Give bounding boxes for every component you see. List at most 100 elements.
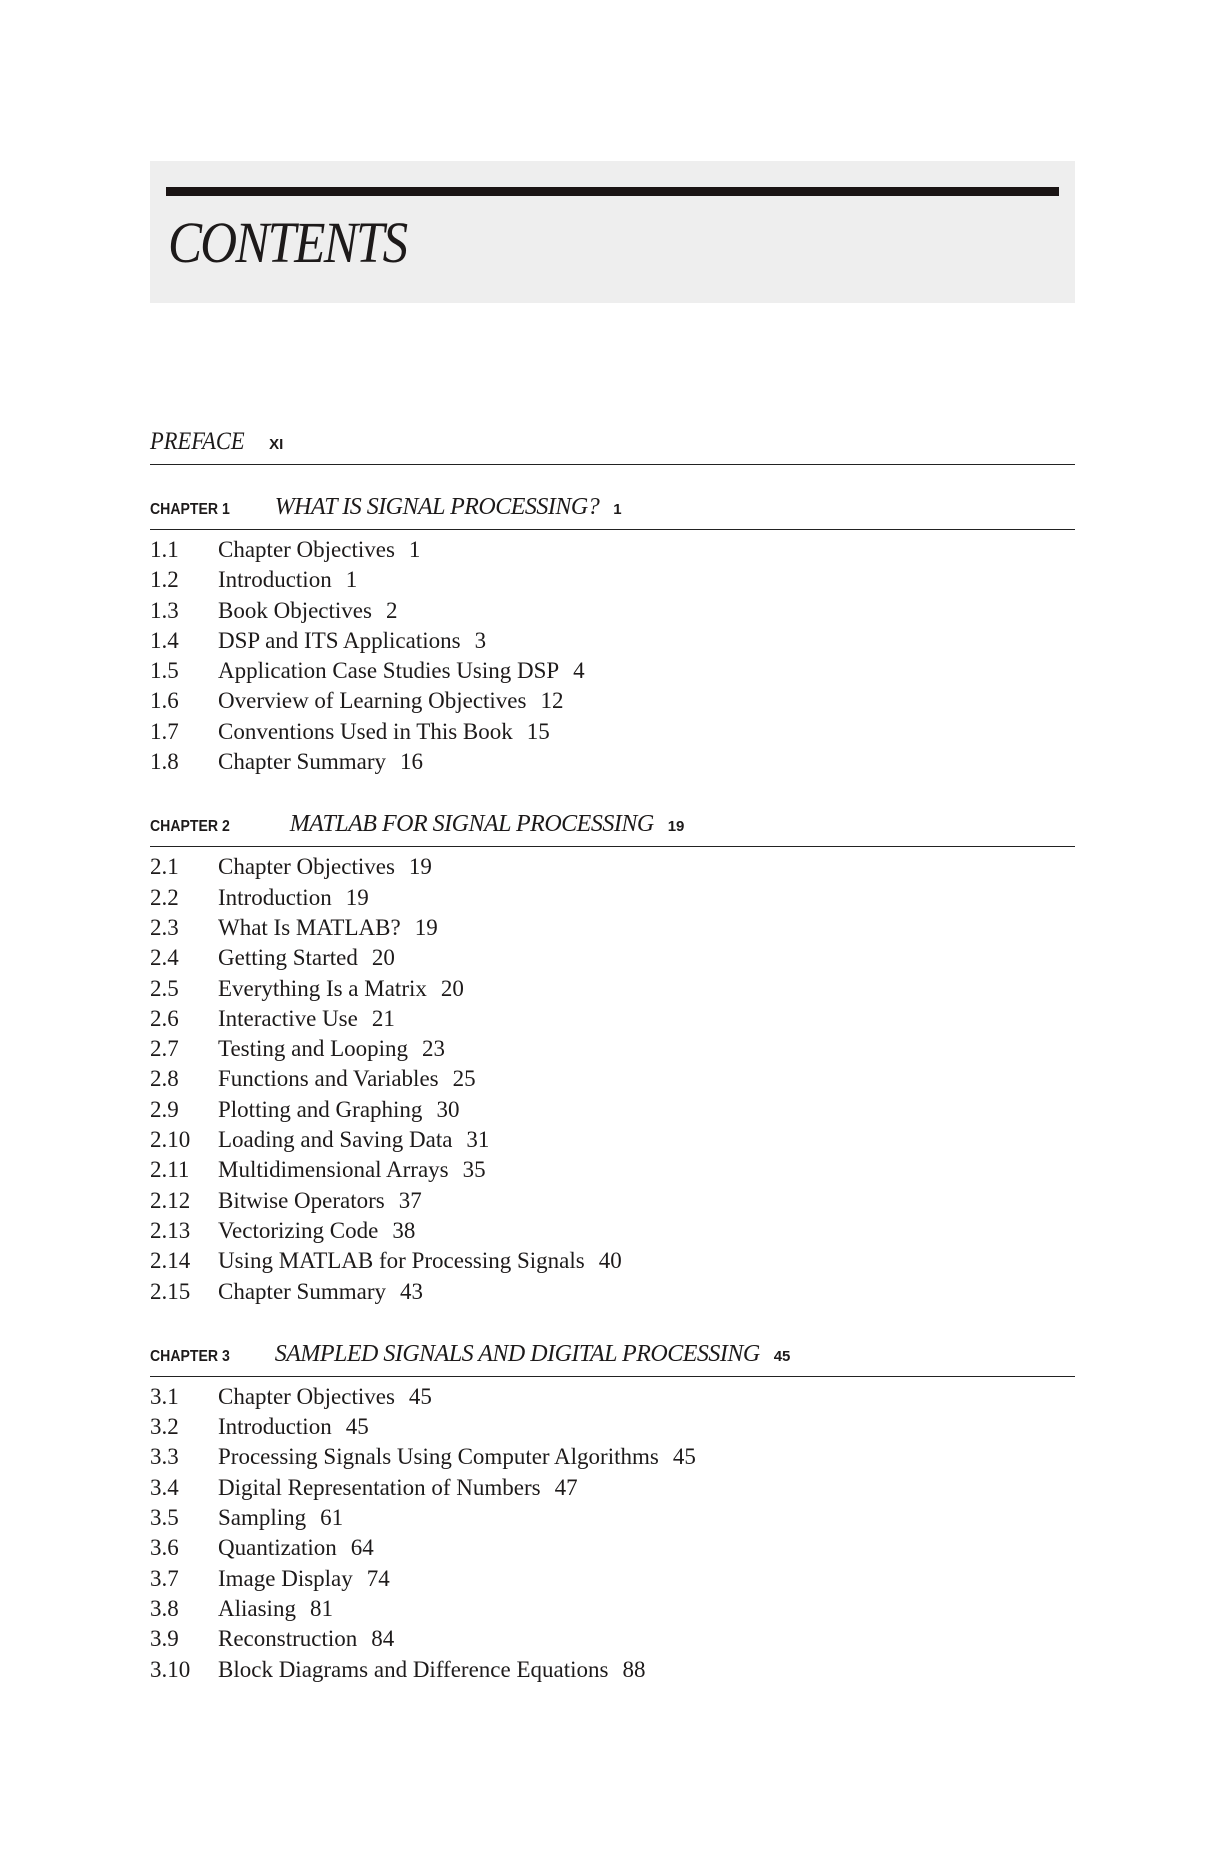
section-page: 84: [371, 1626, 395, 1652]
chapter-page: 45: [773, 1347, 791, 1365]
section-title: Everything Is a Matrix: [218, 975, 427, 1001]
toc-entry[interactable]: 3.6 Quantization 64: [150, 1533, 1075, 1563]
toc-entry[interactable]: 3.9 Reconstruction 84: [150, 1624, 1075, 1654]
section-page: 38: [392, 1217, 416, 1243]
toc-entry[interactable]: 3.10 Block Diagrams and Difference Equati…: [150, 1655, 1075, 1685]
section-page: 25: [452, 1066, 476, 1092]
section-number: 2.6: [150, 1005, 179, 1031]
toc-entry[interactable]: 1.7 Conventions Used in This Book 15: [150, 717, 1075, 747]
section-number: 2.12: [150, 1187, 191, 1213]
toc-entry[interactable]: 1.3 Book Objectives 2: [150, 596, 1075, 626]
toc-entry[interactable]: 2.9 Plotting and Graphing 30: [150, 1095, 1075, 1125]
section-number: 2.1: [150, 854, 179, 880]
toc-entry[interactable]: 1.4 DSP and ITS Applications 3: [150, 626, 1075, 656]
section-page: 19: [414, 914, 438, 940]
section-number: 3.3: [150, 1444, 179, 1470]
toc-entry[interactable]: 2.3 What Is MATLAB? 19: [150, 913, 1075, 943]
toc-entry[interactable]: 3.2 Introduction 45: [150, 1412, 1075, 1442]
section-page: 40: [598, 1248, 622, 1274]
toc-entry[interactable]: 2.10 Loading and Saving Data 31: [150, 1125, 1075, 1155]
toc-entry[interactable]: 2.11 Multidimensional Arrays 35: [150, 1155, 1075, 1185]
section-title: Testing and Looping: [218, 1036, 409, 1062]
section-title: Chapter Summary: [218, 749, 386, 775]
toc-entry[interactable]: 2.2 Introduction 19: [150, 883, 1075, 913]
section-title: Interactive Use: [218, 1005, 358, 1031]
section-number: 2.8: [150, 1066, 179, 1092]
section-number: 3.8: [150, 1595, 179, 1621]
section-title: Bitwise Operators: [218, 1187, 385, 1213]
section-number: 3.2: [150, 1414, 179, 1440]
section-title: Application Case Studies Using DSP: [218, 658, 560, 684]
section-title: Introduction: [218, 567, 332, 593]
toc-entry[interactable]: 1.1 Chapter Objectives 1: [150, 535, 1075, 565]
toc-entry[interactable]: 2.5 Everything Is a Matrix 20: [150, 974, 1075, 1004]
section-title: Chapter Objectives: [218, 537, 395, 562]
toc-entry[interactable]: 2.13 Vectorizing Code 38: [150, 1216, 1075, 1246]
toc-entry[interactable]: 3.3 Processing Signals Using Computer Alg…: [150, 1442, 1075, 1472]
page-title: CONTENTS: [168, 210, 408, 275]
chapter-heading[interactable]: CHAPTER 3 SAMPLED SIGNALS AND DIGITAL PR…: [150, 1341, 1075, 1377]
section-page: 45: [408, 1383, 432, 1409]
chapter-page: 19: [667, 818, 685, 836]
section-number: 2.15: [150, 1278, 191, 1304]
section-page: 21: [371, 1005, 395, 1031]
section-title: Using MATLAB for Processing Signals: [218, 1248, 585, 1274]
toc-entry[interactable]: 2.8 Functions and Variables 25: [150, 1064, 1075, 1094]
preface-entry[interactable]: PREFACE XI: [150, 428, 1075, 465]
section-title: DSP and ITS Applications: [218, 627, 461, 653]
toc-entry[interactable]: 1.2 Introduction 1: [150, 565, 1075, 595]
section-title: Introduction: [218, 884, 332, 910]
toc-entry[interactable]: 3.8 Aliasing 81: [150, 1594, 1075, 1624]
section-title: Introduction: [218, 1414, 332, 1440]
toc-entry[interactable]: 1.6 Overview of Learning Objectives 12: [150, 686, 1075, 716]
section-number: 3.10: [150, 1656, 191, 1682]
section-number: 2.3: [150, 914, 179, 940]
section-page: 3: [474, 627, 487, 653]
chapter-heading[interactable]: CHAPTER 1 WHAT IS SIGNAL PROCESSING? 1: [150, 494, 1075, 530]
toc-entry[interactable]: 1.8 Chapter Summary 16: [150, 747, 1075, 777]
section-page: 47: [554, 1474, 578, 1500]
section-page: 23: [422, 1036, 446, 1062]
toc-entry[interactable]: 2.14 Using MATLAB for Processing Signals 4…: [150, 1246, 1075, 1276]
chapter-entries: 3.1 Chapter Objectives 45 3.2 Introduction 45…: [150, 1377, 1075, 1685]
chapter-title: WHAT IS SIGNAL PROCESSING?: [274, 494, 600, 520]
section-number: 3.1: [150, 1383, 179, 1409]
preface-label: PREFACE: [150, 428, 245, 455]
section-number: 1.4: [150, 627, 179, 653]
section-page: 81: [309, 1595, 333, 1621]
toc-entry[interactable]: 2.4 Getting Started 20: [150, 943, 1075, 973]
section-page: 88: [622, 1656, 646, 1682]
toc-entry[interactable]: 2.7 Testing and Looping 23: [150, 1034, 1075, 1064]
section-page: 19: [345, 884, 369, 910]
section-title: Chapter Summary: [218, 1278, 386, 1304]
chapter-2: CHAPTER 2 MATLAB FOR SIGNAL PROCESSING 1…: [150, 811, 1075, 1306]
toc-entry[interactable]: 3.1 Chapter Objectives 45: [150, 1382, 1075, 1412]
toc-entry[interactable]: 2.6 Interactive Use 21: [150, 1004, 1075, 1034]
toc-entry[interactable]: 2.12 Bitwise Operators 37: [150, 1186, 1075, 1216]
toc-entry[interactable]: 3.5 Sampling 61: [150, 1503, 1075, 1533]
toc-entry[interactable]: 2.15 Chapter Summary 43: [150, 1277, 1075, 1307]
section-number: 2.5: [150, 975, 179, 1001]
section-page: 4: [573, 658, 585, 684]
toc-entry[interactable]: 1.5 Application Case Studies Using DSP 4: [150, 656, 1075, 686]
section-title: Chapter Objectives: [218, 1383, 395, 1409]
chapter-entries: 1.1 Chapter Objectives 1 1.2 Introduction 1 1.…: [150, 530, 1075, 777]
toc-entry[interactable]: 2.1 Chapter Objectives 19: [150, 852, 1075, 882]
section-number: 3.4: [150, 1474, 179, 1500]
title-rule: [166, 187, 1059, 196]
chapter-heading[interactable]: CHAPTER 2 MATLAB FOR SIGNAL PROCESSING 1…: [150, 811, 1075, 848]
section-number: 2.10: [150, 1127, 191, 1153]
section-number: 3.9: [150, 1626, 179, 1652]
chapter-page: 1: [613, 501, 622, 518]
section-title: Digital Representation of Numbers: [218, 1474, 541, 1500]
section-number: 3.7: [150, 1565, 179, 1591]
toc-entry[interactable]: 3.7 Image Display 74: [150, 1564, 1075, 1594]
section-page: 43: [400, 1278, 423, 1304]
section-number: 2.14: [150, 1248, 191, 1274]
section-page: 1: [408, 537, 421, 562]
section-page: 64: [350, 1535, 374, 1561]
toc-entry[interactable]: 3.4 Digital Representation of Numbers 47: [150, 1473, 1075, 1503]
chapter-entries: 2.1 Chapter Objectives 19 2.2 Introduction 19…: [150, 847, 1075, 1306]
section-number: 2.13: [150, 1217, 191, 1243]
section-title: Functions and Variables: [218, 1066, 439, 1092]
